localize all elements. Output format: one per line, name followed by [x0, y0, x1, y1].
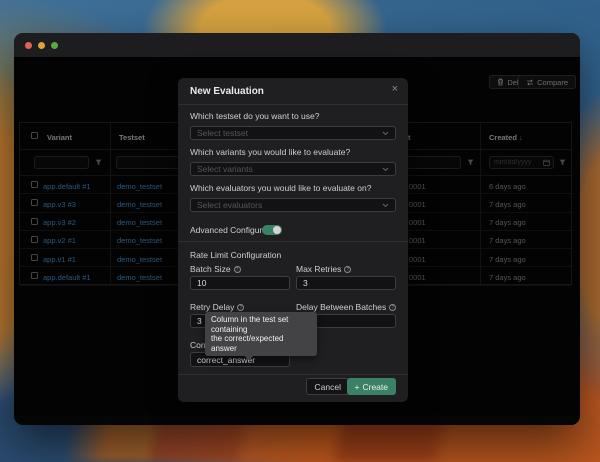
divider — [178, 241, 408, 242]
chevron-down-icon — [382, 131, 389, 136]
tooltip-line1: Column in the test set containing — [211, 315, 311, 334]
batch-size-label: Batch Size? — [190, 264, 241, 274]
question-circle-icon[interactable]: ? — [389, 304, 396, 311]
new-evaluation-modal: New Evaluation × Which testset do you wa… — [178, 78, 408, 402]
advanced-configuration-toggle[interactable] — [262, 225, 282, 235]
testset-select-placeholder: Select testset — [197, 128, 248, 138]
max-retries-label: Max Retries? — [296, 264, 351, 274]
cancel-button-label: Cancel — [315, 382, 341, 392]
testset-question-label: Which testset do you want to use? — [190, 111, 319, 121]
close-icon[interactable]: × — [392, 83, 398, 95]
titlebar — [14, 33, 580, 58]
desktop: Delete Compare Variant Testset t C — [0, 0, 600, 462]
modal-title: New Evaluation — [190, 86, 264, 97]
question-circle-icon[interactable]: ? — [237, 304, 244, 311]
chevron-down-icon — [382, 167, 389, 172]
batch-size-label-text: Batch Size — [190, 264, 231, 274]
question-circle-icon[interactable]: ? — [344, 266, 351, 273]
variants-question-label: Which variants you would like to evaluat… — [190, 147, 350, 157]
app-window: Delete Compare Variant Testset t C — [14, 33, 580, 425]
create-button[interactable]: + Create — [347, 378, 396, 395]
testset-select[interactable]: Select testset — [190, 126, 396, 140]
question-circle-icon[interactable]: ? — [234, 266, 241, 273]
retry-delay-label-text: Retry Delay — [190, 302, 234, 312]
correct-answer-tooltip: Column in the test set containing the co… — [205, 312, 317, 356]
variants-select[interactable]: Select variants — [190, 162, 396, 176]
toggle-knob — [273, 226, 281, 234]
evaluators-select-placeholder: Select evaluators — [197, 200, 262, 210]
close-window-button[interactable] — [25, 42, 32, 49]
evaluators-question-label: Which evaluators you would like to evalu… — [190, 183, 371, 193]
evaluators-select[interactable]: Select evaluators — [190, 198, 396, 212]
max-retries-input[interactable] — [296, 276, 396, 290]
divider — [178, 104, 408, 105]
chevron-down-icon — [382, 203, 389, 208]
tooltip-line2: the correct/expected answer — [211, 334, 311, 353]
retry-delay-label: Retry Delay? — [190, 302, 244, 312]
minimize-window-button[interactable] — [38, 42, 45, 49]
batch-size-input[interactable] — [190, 276, 290, 290]
variants-select-placeholder: Select variants — [197, 164, 253, 174]
cancel-button[interactable]: Cancel — [306, 378, 350, 395]
divider — [178, 374, 408, 375]
rate-limit-section-label: Rate Limit Configuration — [190, 250, 281, 260]
traffic-lights — [25, 42, 58, 49]
delay-between-batches-label-text: Delay Between Batches — [296, 302, 386, 312]
create-button-label: Create — [362, 382, 388, 392]
max-retries-label-text: Max Retries — [296, 264, 341, 274]
plus-icon: + — [355, 382, 360, 392]
delay-between-batches-label: Delay Between Batches? — [296, 302, 396, 312]
zoom-window-button[interactable] — [51, 42, 58, 49]
